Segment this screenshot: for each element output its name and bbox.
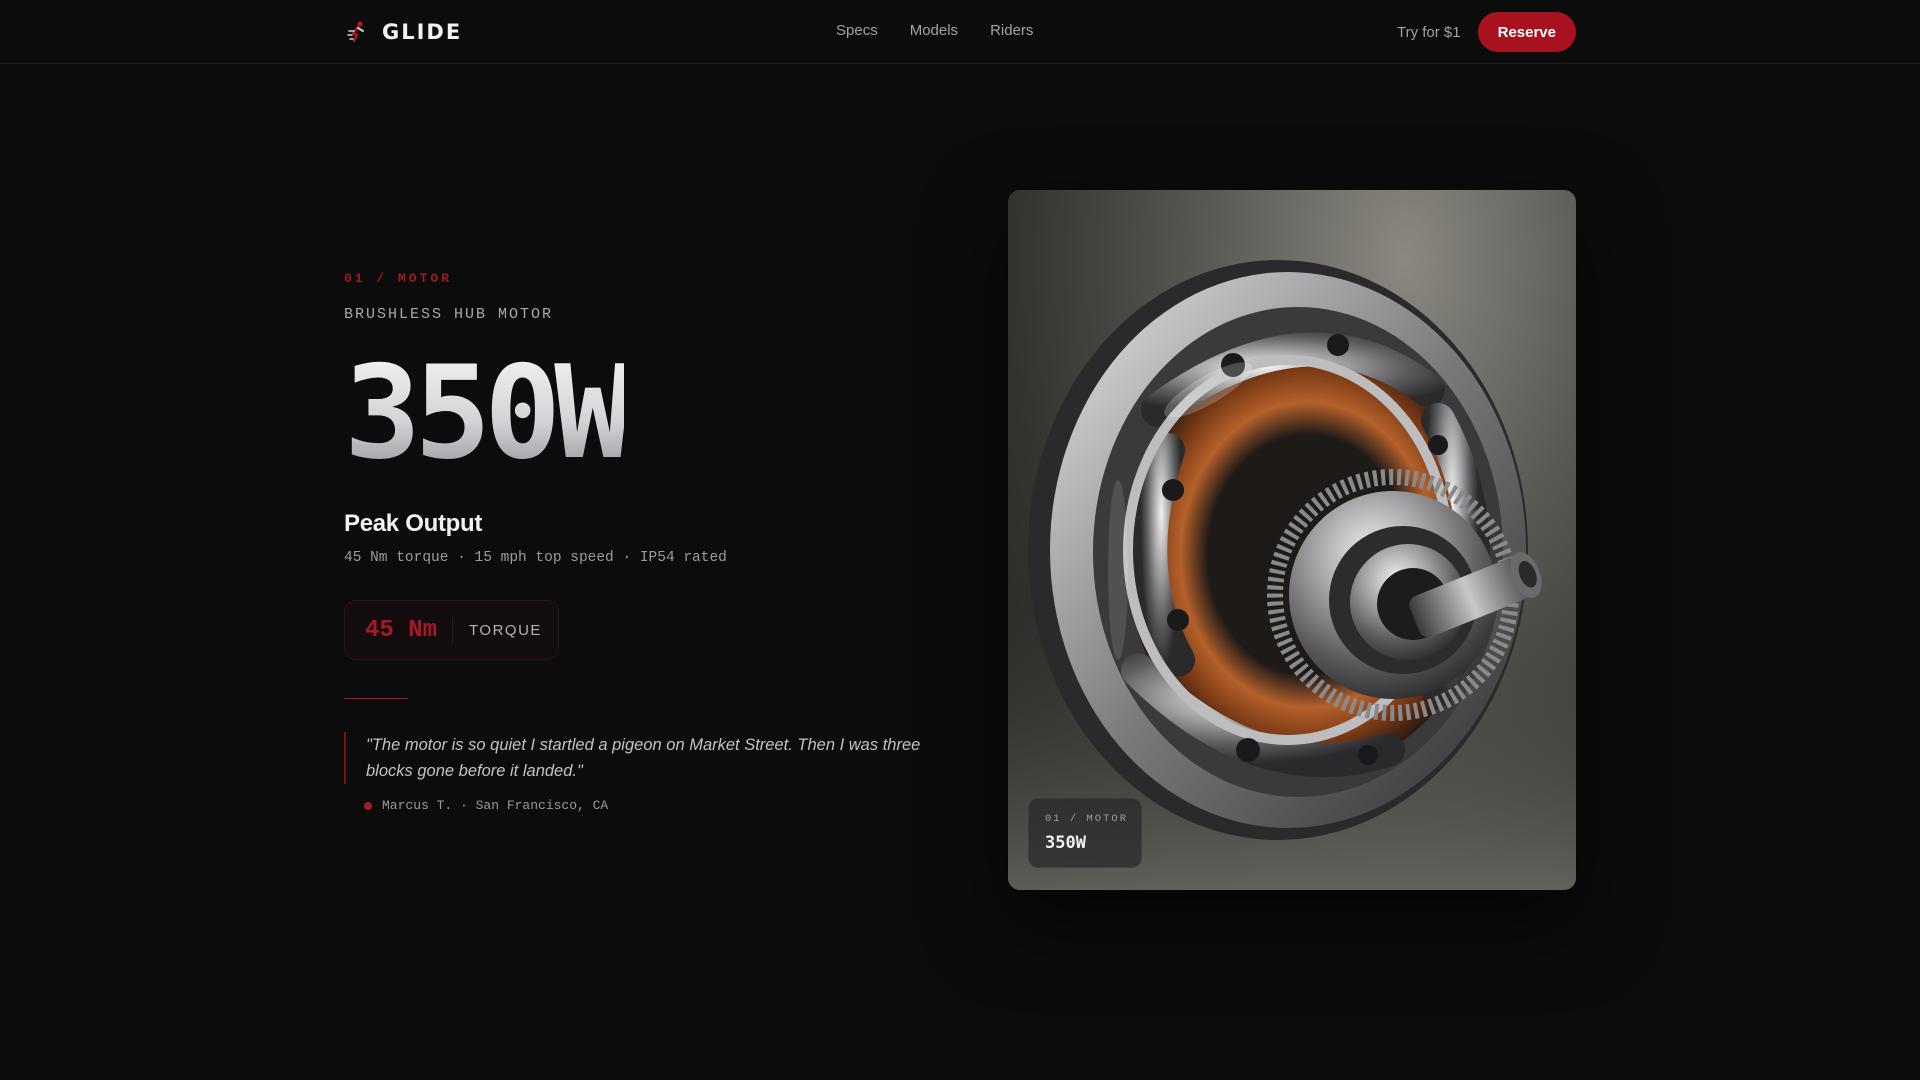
image-tag-value: 350W — [1045, 833, 1086, 853]
torque-value: 45 Nm — [365, 616, 438, 644]
nav-link-models[interactable]: Models — [910, 22, 958, 39]
try-link[interactable]: Try for $1 — [1397, 24, 1461, 41]
hero-title: Peak Output — [344, 510, 483, 537]
author-name: Marcus T. · San Francisco, CA — [382, 798, 609, 813]
scooter-rider-icon — [347, 21, 364, 43]
section-subhead: BRUSHLESS HUB MOTOR — [344, 306, 554, 323]
image-tag-eyebrow: 01 / MOTOR — [1045, 813, 1129, 825]
brand[interactable]: GLIDE — [344, 18, 462, 46]
page: GLIDE Specs Models Riders Try for $1 Res… — [0, 0, 1920, 1080]
specs-line: 45 Nm torque · 15 mph top speed · IP54 r… — [344, 550, 727, 566]
nav-link-riders[interactable]: Riders — [990, 22, 1033, 39]
hero-value: 350W — [344, 339, 631, 488]
top-nav: GLIDE Specs Models Riders Try for $1 Res… — [0, 0, 1920, 64]
accent-divider — [344, 698, 408, 699]
nav-link-specs[interactable]: Specs — [836, 22, 878, 39]
nav-links: Specs Models Riders — [836, 22, 1033, 39]
author-dot — [364, 801, 372, 810]
image-tag: 01 / MOTOR 350W — [1028, 798, 1142, 868]
torque-badge: 45 Nm TORQUE — [344, 600, 559, 660]
testimonial-quote: "The motor is so quiet I startled a pige… — [344, 732, 924, 784]
motor-photo — [1008, 260, 1576, 890]
reserve-button[interactable]: Reserve — [1477, 12, 1576, 52]
section-eyebrow: 01 / MOTOR — [344, 271, 453, 286]
nav-actions: Try for $1 Reserve — [1397, 12, 1576, 52]
torque-label: TORQUE — [469, 621, 542, 639]
testimonial-author: Marcus T. · San Francisco, CA — [364, 798, 608, 813]
brand-name: GLIDE — [382, 20, 463, 44]
motor-image-card: 01 / MOTOR 350W — [1008, 190, 1576, 890]
